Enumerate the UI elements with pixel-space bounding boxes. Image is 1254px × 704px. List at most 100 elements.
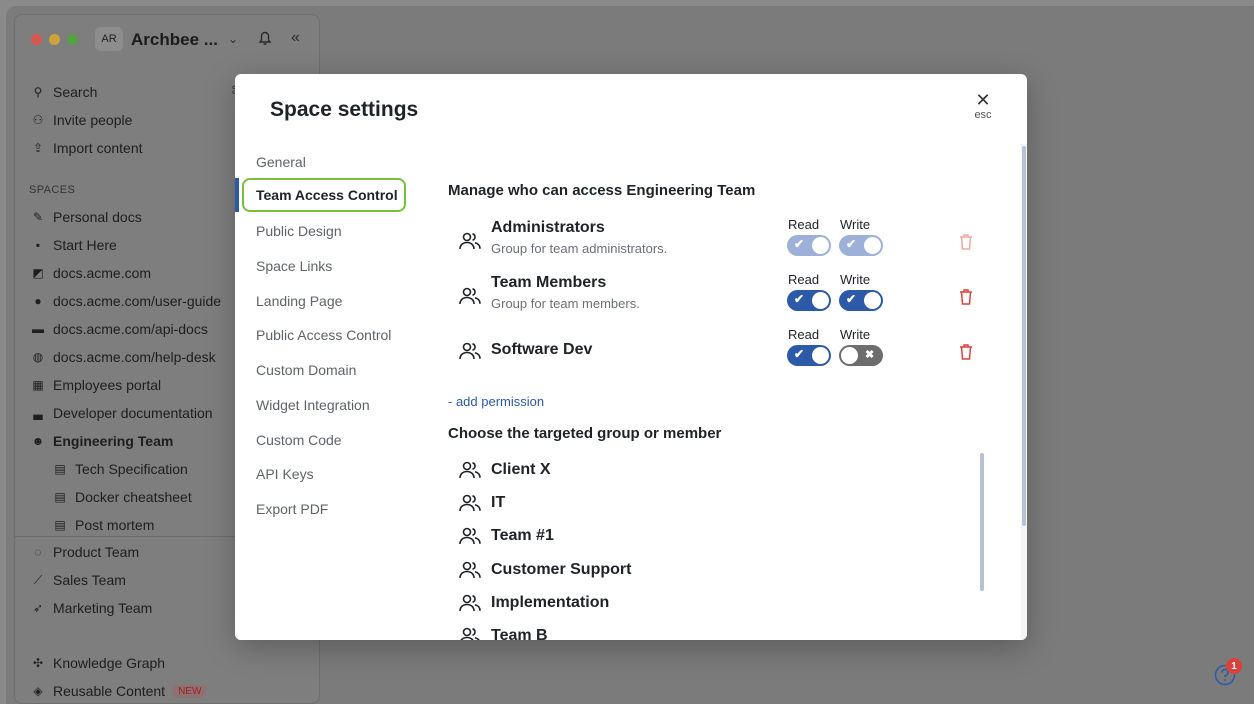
tab-public-access-control[interactable]: Public Access Control — [256, 327, 391, 347]
write-toggle[interactable]: ✔ — [839, 290, 883, 311]
read-label: Read — [788, 217, 820, 232]
group-option-team-b[interactable]: Team B — [458, 622, 858, 640]
group-option-label: IT — [491, 494, 506, 511]
sidebar-item-label: docs.acme.com/api-docs — [53, 321, 208, 337]
sidebar-item-api-docs[interactable]: ▬ docs.acme.com/api-docs — [29, 318, 208, 340]
tab-general[interactable]: General — [256, 154, 306, 174]
read-label: Read — [788, 272, 820, 287]
notification-badge: 1 — [1226, 658, 1242, 674]
tab-team-access-control[interactable]: Team Access Control — [242, 178, 406, 212]
workspace-avatar[interactable]: AR — [95, 27, 123, 51]
permission-row-software-dev: Software Dev Read Write ✔ ✖ — [458, 327, 988, 375]
settings-content: Manage who can access Engineering Team A… — [413, 144, 1027, 640]
choose-group-heading: Choose the targeted group or member — [448, 425, 722, 442]
permission-row-administrators: Administrators Group for team administra… — [458, 217, 988, 265]
sidebar-item-sales-team[interactable]: ⟋ Sales Team — [29, 569, 126, 591]
close-button[interactable]: ✕ esc — [968, 91, 998, 121]
group-list-scrollbar[interactable] — [980, 453, 984, 591]
modal-title: Space settings — [270, 98, 419, 121]
check-icon: ✔ — [846, 237, 857, 251]
trash-icon[interactable] — [958, 233, 974, 251]
spaces-section-label: SPACES — [29, 184, 76, 196]
tab-api-keys[interactable]: API Keys — [256, 466, 314, 486]
manage-heading: Manage who can access Engineering Team — [448, 182, 756, 199]
workspace-name[interactable]: Archbee ... — [131, 30, 218, 50]
group-option-it[interactable]: IT — [458, 489, 858, 517]
write-label: Write — [840, 272, 871, 287]
chat-icon: ◌ — [34, 545, 42, 559]
sidebar-item-engineering-team[interactable]: ☻ Engineering Team — [29, 430, 174, 452]
invite-icon: ⚇ — [32, 113, 44, 127]
permission-name: Team Members — [491, 274, 607, 291]
sidebar-item-search[interactable]: ⚲ Search — [29, 81, 98, 103]
collapse-sidebar-icon[interactable]: « — [291, 29, 300, 47]
page-icon: ▤ — [54, 462, 66, 476]
sidebar-item-label: docs.acme.com/help-desk — [53, 349, 216, 365]
trash-icon[interactable] — [958, 288, 974, 306]
sidebar-page-tech-spec[interactable]: ▤ Tech Specification — [51, 458, 188, 480]
sidebar-item-developer-documentation[interactable]: ▃ Developer documentation — [29, 402, 212, 424]
permission-description: Group for team members. — [491, 296, 640, 311]
sidebar-item-start-here[interactable]: ▪ Start Here — [29, 234, 117, 256]
group-option-implementation[interactable]: Implementation — [458, 589, 858, 617]
sidebar-item-label: Engineering Team — [53, 433, 174, 449]
sidebar-item-product-team[interactable]: ◌ Product Team — [29, 541, 139, 563]
space-settings-modal: Space settings ✕ esc General Team Access… — [235, 74, 1027, 640]
tab-custom-code[interactable]: Custom Code — [256, 432, 342, 452]
group-option-team-1[interactable]: Team #1 — [458, 522, 858, 550]
sidebar-page-post-mortem[interactable]: ▤ Post mortem — [51, 514, 154, 536]
sidebar-item-help-desk[interactable]: ◍ docs.acme.com/help-desk — [29, 346, 216, 368]
tab-widget-integration[interactable]: Widget Integration — [256, 397, 370, 417]
group-option-label: Implementation — [491, 594, 610, 611]
sidebar-item-invite[interactable]: ⚇ Invite people — [29, 109, 133, 131]
sidebar-item-user-guide[interactable]: ● docs.acme.com/user-guide — [29, 290, 221, 312]
page-icon: ▤ — [54, 518, 66, 532]
write-toggle[interactable]: ✖ — [839, 345, 883, 366]
tab-space-links[interactable]: Space Links — [256, 258, 332, 278]
group-option-client-x[interactable]: Client X — [458, 456, 858, 484]
read-toggle[interactable]: ✔ — [787, 345, 831, 366]
add-permission-link[interactable]: - add permission — [448, 394, 544, 409]
tab-public-design[interactable]: Public Design — [256, 223, 342, 243]
write-toggle[interactable]: ✔ — [839, 235, 883, 256]
sidebar-item-personal-docs[interactable]: ✎ Personal docs — [29, 206, 142, 228]
sidebar-item-label: Personal docs — [53, 209, 142, 225]
content-scrollbar-track — [1021, 144, 1027, 640]
chevron-down-icon[interactable]: ⌄ — [228, 32, 238, 46]
write-label: Write — [840, 327, 871, 342]
bell-icon[interactable] — [255, 28, 275, 48]
sidebar-item-label: Invite people — [53, 112, 133, 128]
trash-icon[interactable] — [958, 343, 974, 361]
sidebar-item-employees-portal[interactable]: ▦ Employees portal — [29, 374, 161, 396]
read-label: Read — [788, 327, 820, 342]
minimize-window-button[interactable] — [49, 34, 60, 45]
group-option-label: Customer Support — [491, 561, 632, 578]
ruler-icon: ▬ — [32, 322, 44, 336]
tab-landing-page[interactable]: Landing Page — [256, 293, 342, 313]
close-window-button[interactable] — [31, 34, 42, 45]
cube-icon: ◈ — [33, 684, 43, 698]
tab-export-pdf[interactable]: Export PDF — [256, 501, 328, 521]
graph-icon: ✣ — [32, 656, 44, 670]
user-icon: ● — [34, 294, 42, 308]
sidebar-page-docker[interactable]: ▤ Docker cheatsheet — [51, 486, 191, 508]
read-toggle[interactable]: ✔ — [787, 235, 831, 256]
maximize-window-button[interactable] — [67, 34, 78, 45]
group-option-customer-support[interactable]: Customer Support — [458, 556, 858, 584]
check-icon: ✔ — [846, 292, 857, 306]
content-panel: Manage who can access Engineering Team A… — [413, 144, 1021, 640]
check-icon: ✔ — [794, 292, 805, 306]
close-icon: ✕ — [975, 90, 991, 110]
tab-custom-domain[interactable]: Custom Domain — [256, 362, 356, 382]
sidebar-item-knowledge-graph[interactable]: ✣ Knowledge Graph — [29, 652, 165, 674]
sidebar-item-import[interactable]: ⇪ Import content — [29, 137, 143, 159]
sidebar-item-reusable-content[interactable]: ◈ Reusable Content NEW — [29, 680, 207, 702]
page-icon: ▤ — [54, 490, 66, 504]
sidebar-item-docs-acme[interactable]: ◩ docs.acme.com — [29, 262, 151, 284]
read-toggle[interactable]: ✔ — [787, 290, 831, 311]
group-icon — [460, 627, 480, 640]
titlebar: AR Archbee ... ⌄ « — [15, 15, 319, 61]
group-icon — [459, 461, 481, 479]
content-scrollbar-thumb[interactable] — [1022, 146, 1026, 526]
sidebar-item-marketing-team[interactable]: ➶ Marketing Team — [29, 597, 152, 619]
